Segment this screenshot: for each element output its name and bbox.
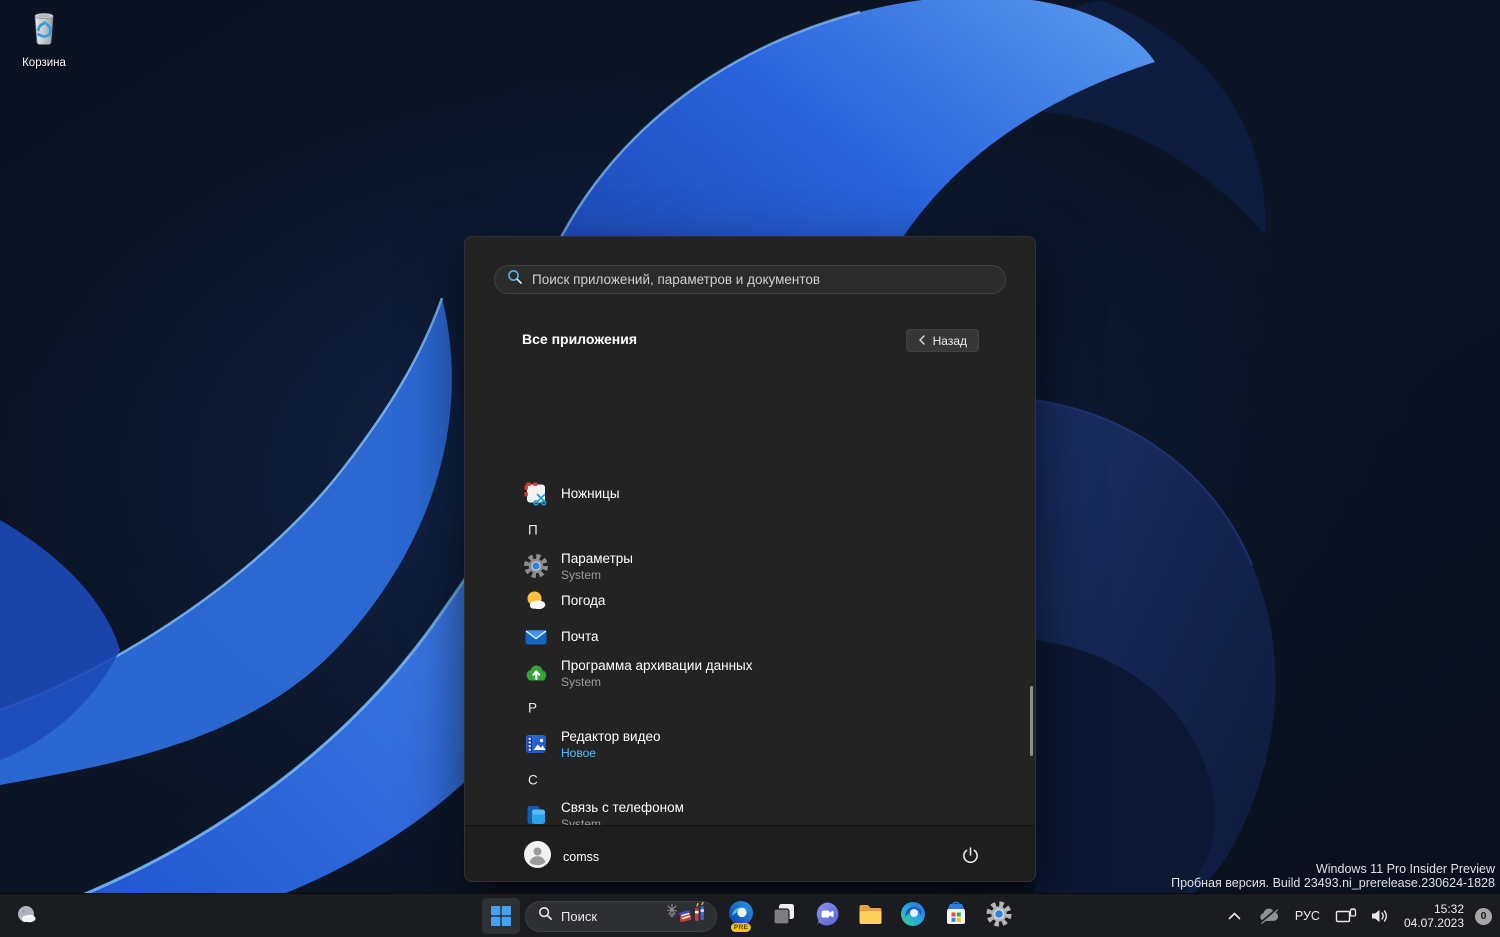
avatar <box>524 841 551 873</box>
watermark-line1: Windows 11 Pro Insider Preview <box>1315 862 1495 876</box>
search-placeholder: Поиск приложений, параметров и документо… <box>532 272 821 287</box>
chevron-up-icon <box>1229 912 1241 920</box>
language-indicator[interactable]: РУС <box>1290 898 1325 934</box>
all-apps-header: Все приложения <box>522 331 638 347</box>
app-item-text: Ножницы <box>561 486 620 502</box>
snipping-tool-icon <box>523 481 549 507</box>
store-taskbar-button[interactable] <box>937 898 975 934</box>
watermark-line2: Пробная версия. Build 23493.ni_prereleas… <box>1171 876 1495 890</box>
start-button[interactable] <box>482 898 520 934</box>
app-item-text: Программа архивации данных System <box>561 658 752 689</box>
start-search-box[interactable]: Поиск приложений, параметров и документо… <box>494 265 1006 294</box>
backup-cloud-icon <box>523 660 549 686</box>
speaker-icon <box>1372 910 1388 922</box>
app-item-sublabel: System <box>561 674 602 689</box>
app-item-label: Программа архивации данных <box>561 657 753 673</box>
search-icon <box>507 269 523 290</box>
app-item-text: Почта <box>561 629 599 645</box>
app-item-label: Связь с телефоном <box>561 799 684 815</box>
file-explorer-taskbar-button[interactable] <box>851 898 889 934</box>
edge-icon <box>899 900 927 933</box>
edge-taskbar-button[interactable] <box>894 898 932 934</box>
system-tray: РУС 15:32 04.07.2023 0 <box>1222 894 1492 937</box>
app-section-letter: С <box>528 772 538 788</box>
task-view-icon <box>770 900 798 933</box>
settings-gear-icon <box>523 553 549 579</box>
ethernet-icon <box>1335 907 1357 922</box>
hidden-icons-button[interactable] <box>1222 898 1248 934</box>
recycle-bin-icon <box>23 13 65 54</box>
app-item-label: Редактор видео <box>561 728 661 744</box>
store-icon <box>942 900 970 933</box>
app-item-label: Почта <box>561 629 599 644</box>
notification-count-badge[interactable]: 0 <box>1475 907 1492 925</box>
widgets-weather-icon <box>18 906 36 923</box>
start-menu: Поиск приложений, параметров и документо… <box>464 236 1036 882</box>
video-editor-icon <box>523 731 549 757</box>
network-button[interactable] <box>1332 898 1360 934</box>
pinned-apps: PRE <box>722 898 1018 934</box>
app-list: Ножницы П Параметры System Погода Почта Пр… <box>465 355 1037 827</box>
tray-date: 04.07.2023 <box>1403 916 1464 930</box>
search-highlight-fireworks-icon <box>666 901 708 931</box>
app-item-label: Ножницы <box>561 486 620 501</box>
app-item-text: Редактор видео Новое <box>561 729 660 760</box>
app-item-label: Погода <box>561 593 606 608</box>
file-explorer-icon <box>856 900 884 933</box>
settings-gear-light-taskbar-button[interactable] <box>980 898 1018 934</box>
desktop: Корзина Windows 11 Pro Insider Preview П… <box>0 0 1500 937</box>
scrollbar-thumb[interactable] <box>1030 686 1033 756</box>
volume-button[interactable] <box>1367 898 1393 934</box>
settings-gear-light-icon <box>985 900 1013 933</box>
tray-time: 15:32 <box>1433 901 1464 916</box>
clock[interactable]: 15:32 04.07.2023 <box>1400 902 1468 931</box>
app-section-letter: Р <box>528 700 538 716</box>
taskbar-center: Поиск PRE <box>482 898 1018 934</box>
taskbar-search-label: Поиск <box>561 908 598 924</box>
chat-taskbar-button[interactable] <box>808 898 846 934</box>
mail-icon <box>523 624 549 650</box>
power-icon <box>962 846 978 863</box>
app-item-text: Погода <box>561 593 605 609</box>
app-item-sublabel: System <box>561 567 602 582</box>
phone-link-icon <box>523 802 549 827</box>
app-item-sublabel: Новое <box>561 745 596 760</box>
chevron-left-icon <box>918 334 926 348</box>
weather-icon <box>523 588 549 614</box>
app-section-letter: П <box>528 522 538 538</box>
windows-logo-icon <box>491 906 511 926</box>
pre-badge: PRE <box>730 923 752 932</box>
app-item-text: Параметры System <box>561 551 633 582</box>
task-view-taskbar-button[interactable] <box>765 898 803 934</box>
app-item-text: Связь с телефоном System <box>561 800 684 828</box>
recycle-bin-label: Корзина <box>22 57 66 69</box>
cloud-off-icon <box>1259 908 1279 924</box>
taskbar: Поиск PRE РУС 15:32 04.07.2023 0 <box>0 893 1500 937</box>
recycle-bin[interactable]: Корзина <box>6 8 82 69</box>
power-button[interactable] <box>955 840 985 870</box>
insider-watermark: Windows 11 Pro Insider Preview Пробная в… <box>1171 862 1495 890</box>
app-item-label: Параметры <box>561 550 633 566</box>
back-button[interactable]: Назад <box>905 329 979 352</box>
onedrive-offline-button[interactable] <box>1255 898 1283 934</box>
edge-dev-taskbar-button[interactable]: PRE <box>722 898 760 934</box>
search-icon <box>538 906 553 926</box>
widgets-button[interactable] <box>8 898 46 934</box>
user-button[interactable]: comss <box>524 841 599 873</box>
chat-icon <box>813 900 841 933</box>
user-name: comss <box>563 850 600 864</box>
start-user-bar: comss <box>465 825 1035 881</box>
back-button-label: Назад <box>932 333 967 348</box>
taskbar-search-box[interactable]: Поиск <box>525 900 717 932</box>
